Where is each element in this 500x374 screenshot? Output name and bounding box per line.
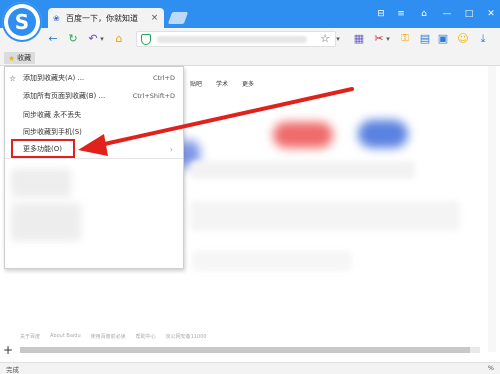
add-sidebar-icon[interactable]: + [2,343,14,357]
window-menu-icon[interactable]: ⊟ [374,7,388,21]
top-nav: 贴吧 学术 更多 [190,79,254,88]
tools-icon[interactable]: ▦ [352,31,366,47]
footer-link[interactable]: 关于百度 [20,333,40,340]
footer-link[interactable]: About Baidu [50,333,81,340]
nav-item-xueshu[interactable]: 学术 [216,79,228,88]
submenu-arrow-icon: › [169,144,173,154]
footer-link[interactable]: 帮助中心 [136,333,156,340]
favorites-label: 收藏 [17,54,32,62]
menu-item-sync-to-phone[interactable]: 同步收藏到手机(S) [5,124,183,140]
highlight-box [11,139,75,158]
maximize-button[interactable]: □ [462,7,476,21]
address-bar[interactable] [136,31,336,47]
menu-item-label: 同步收藏 永不丢失 [23,111,82,119]
star-icon: ★ [8,53,16,63]
favorites-list-blurred [11,169,71,197]
content-blurred [190,201,460,231]
grid-icon[interactable]: ▣ [436,31,450,47]
horizontal-scrollbar[interactable] [20,347,480,353]
content-blurred [192,251,352,271]
download-icon[interactable]: ⤓ [476,31,490,47]
menu-item-label: 添加所有页面到收藏(B) ... [23,92,106,100]
baidu-logo-blurred [273,122,333,148]
star-icon[interactable]: ☆ [318,31,332,47]
paw-icon: ❀ [53,13,60,23]
reader-icon[interactable]: ▤ [418,31,432,47]
close-window-button[interactable]: ✕ [484,7,498,21]
star-outline-icon: ☆ [9,73,17,83]
footer-link[interactable]: 使用百度前必读 [91,333,126,340]
tab-title: 百度一下，你就知道 [66,13,138,23]
page-footer: 关于百度 About Baidu 使用百度前必读 帮助中心 京公网安备11000 [20,333,207,340]
bookmarks-bar: ★ 收藏 [0,50,500,66]
shield-icon [141,34,151,45]
menu-shortcut: Ctrl+D [152,74,175,82]
favorites-dropdown-menu: ☆ 添加到收藏夹(A) ... Ctrl+D 添加所有页面到收藏(B) ... … [4,66,184,269]
back-button[interactable]: ← [46,31,60,47]
footer-link[interactable]: 京公网安备11000 [166,333,207,340]
refresh-button[interactable]: ↻ [66,31,80,47]
tab-close-icon[interactable]: × [150,13,159,23]
menu-item-add-to-favorites[interactable]: ☆ 添加到收藏夹(A) ... Ctrl+D [5,70,183,86]
favorites-list-blurred [11,203,81,241]
scissors-dropdown-icon[interactable]: ▾ [384,31,392,47]
logo-s-icon: S [8,8,36,36]
menu-item-sync-favorites[interactable]: 同步收藏 永不丢失 [5,107,183,123]
nav-item-more[interactable]: 更多 [242,79,254,88]
favorites-button[interactable]: ★ 收藏 [4,52,36,64]
star-dropdown-icon[interactable]: ▾ [334,31,342,47]
browser-tab[interactable]: ❀ 百度一下，你就知道 × [48,8,164,28]
menu-item-label: 同步收藏到手机(S) [23,128,82,136]
baidu-logo-blurred [358,120,408,148]
url-text-blurred [157,36,307,43]
status-text: 完成 [6,366,19,374]
menu-separator [5,158,183,159]
menu-item-label: 添加到收藏夹(A) ... [23,74,85,82]
settings-menu-icon[interactable]: ≡ [394,7,408,21]
search-box-blurred[interactable] [190,161,415,179]
title-bar: ❀ 百度一下，你就知道 × ⊟ ≡ ⌂ — □ ✕ [0,0,500,28]
nav-item-tieba[interactable]: 贴吧 [190,79,202,88]
new-tab-button[interactable] [167,12,189,24]
emoji-icon[interactable]: ☺ [456,31,470,47]
menu-shortcut: Ctrl+Shift+D [132,92,175,100]
horizontal-scrollbar-thumb[interactable] [20,347,470,353]
skin-icon[interactable]: ⌂ [417,7,431,21]
vertical-scrollbar[interactable] [488,66,496,352]
sogou-browser-logo[interactable]: S [2,2,42,42]
undo-dropdown-icon[interactable]: ▾ [98,31,106,47]
menu-item-add-all-pages[interactable]: 添加所有页面到收藏(B) ... Ctrl+Shift+D [5,88,183,104]
toolbar: ← ↻ ↶ ▾ ⌂ ☆ ▾ ▦ ✂ ▾ ⚿ ▤ ▣ ☺ ⤓ [0,28,500,50]
minimize-button[interactable]: — [440,7,454,21]
status-bar: 完成 % [0,362,500,374]
key-icon[interactable]: ⚿ [398,31,412,47]
home-button[interactable]: ⌂ [112,31,126,47]
zoom-indicator[interactable]: % [488,364,494,372]
